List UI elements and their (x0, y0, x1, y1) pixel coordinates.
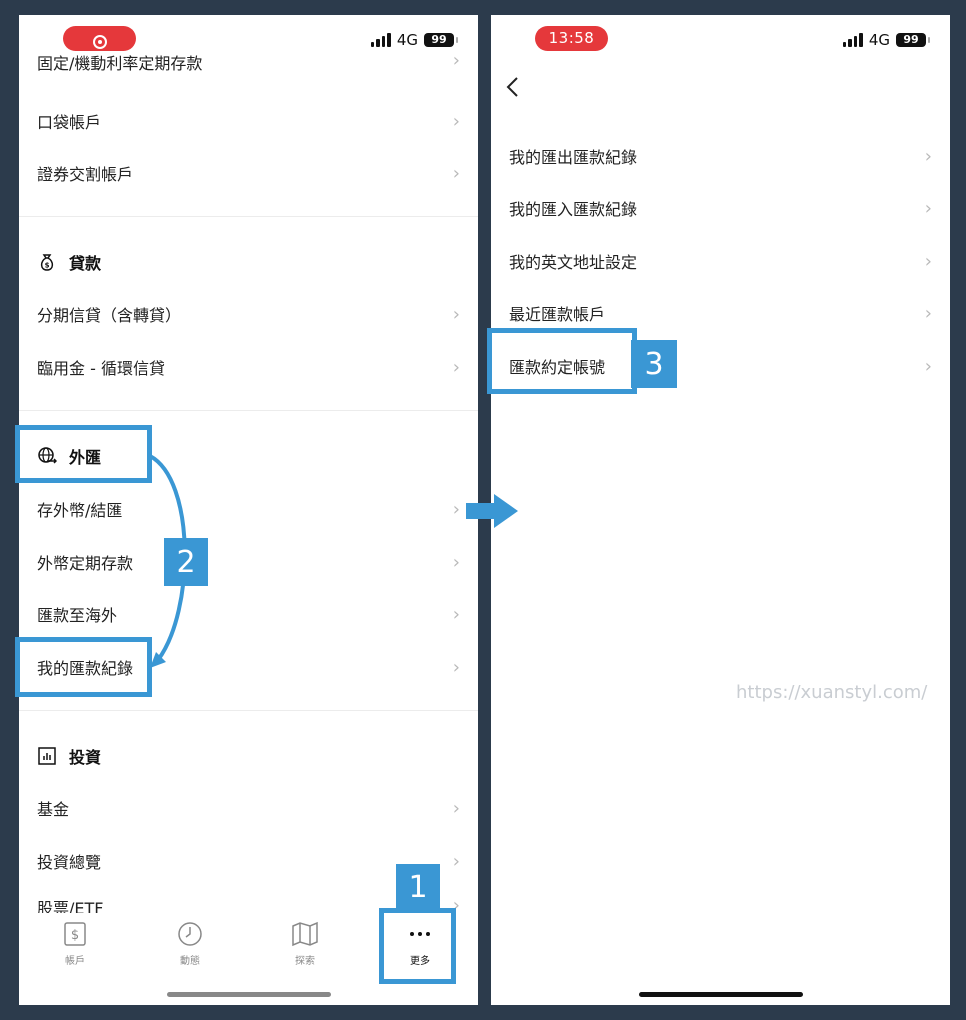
watermark-text: https://xuanstyl.com/ (736, 682, 928, 703)
step-badge-2: 2 (164, 538, 208, 586)
flow-arrow-overlay (148, 454, 518, 668)
step-badge-1: 1 (396, 864, 440, 910)
step-badge-3: 3 (631, 340, 677, 388)
